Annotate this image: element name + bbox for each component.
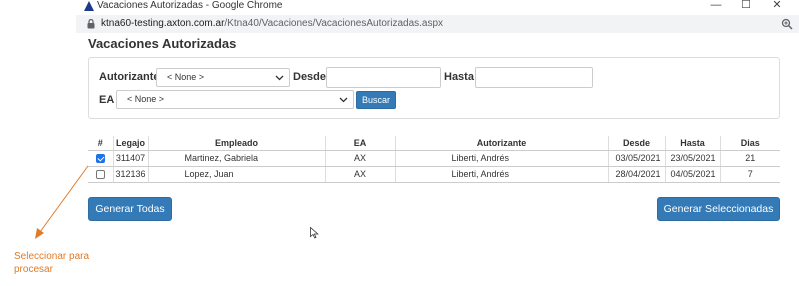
annotation-text: Seleccionar para procesar xyxy=(14,251,90,275)
annotation-arrow-icon xyxy=(35,165,89,239)
mouse-cursor-icon xyxy=(310,227,319,239)
